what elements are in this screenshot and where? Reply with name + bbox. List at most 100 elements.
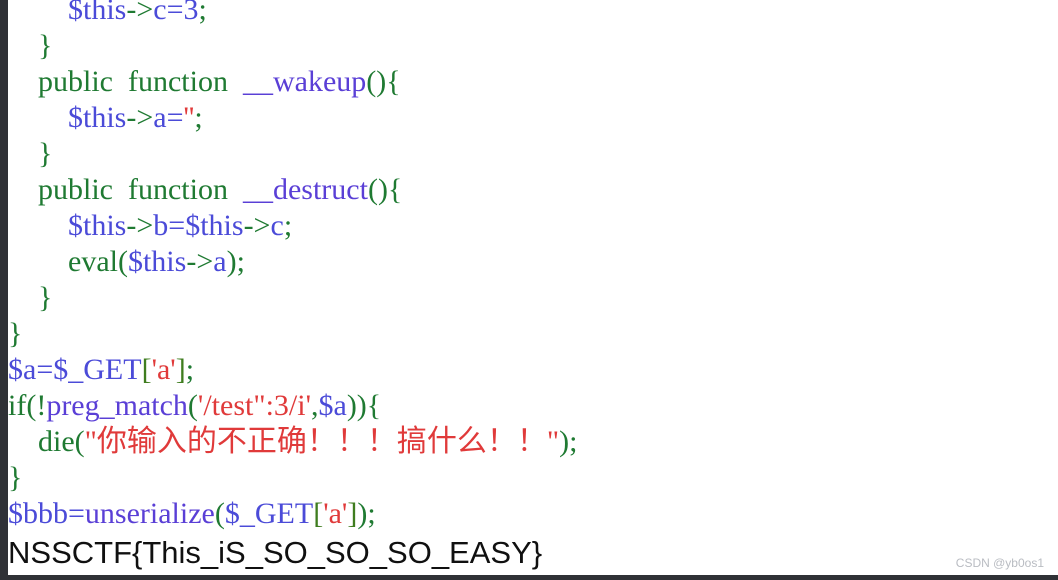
code-token: } [8,461,23,494]
code-token: $this [185,209,244,242]
code-token: } [38,281,53,314]
code-token: 'a' [323,497,348,530]
code-token: $this [68,0,127,26]
code-line: if(!preg_match('/test":3/i',$a)){ [8,388,577,424]
code-token: $this [68,101,127,134]
php-code-block[interactable]: $this->c=3; } public function __wakeup()… [8,0,577,532]
code-token: a [153,101,167,134]
code-line: eval($this->a); [8,244,577,280]
code-token: function [128,173,228,206]
code-token: (){ [367,173,403,206]
code-line: } [8,316,577,352]
code-token: '' [183,101,195,134]
code-token: b [153,209,169,242]
code-token: } [38,137,53,170]
code-token: $_GET [224,497,314,530]
code-token: -> [243,209,271,242]
code-token: } [8,317,23,350]
code-token: ] [175,353,186,386]
flag-text: NSSCTF{This_iS_SO_SO_SO_EASY} [8,535,543,570]
code-token: ); [357,497,376,530]
code-token: (! [26,389,47,422]
code-token: if [8,389,27,422]
code-token: -> [126,0,154,26]
code-token: ); [226,245,245,278]
code-token: die [38,425,75,458]
code-token: = [166,101,184,134]
bottom-edge-bar [0,575,1058,580]
code-line: die("你输入的不正确！！！搞什么！！"); [8,424,577,460]
code-token: $a [8,353,37,386]
code-token: $_GET [53,353,142,386]
code-line: public function __destruct(){ [8,172,577,208]
code-token: [ [141,353,152,386]
code-token: $this [127,245,187,278]
code-token: ; [283,209,293,242]
code-token: [ [313,497,324,530]
code-line: } [8,136,577,172]
code-line: $this->a=''; [8,100,577,136]
code-token: $a [318,389,347,422]
code-token: __wakeup [242,65,367,98]
code-line: $bbb=unserialize($_GET['a']); [8,496,577,532]
code-line: $a=$_GET['a']; [8,352,577,388]
code-token: ; [198,0,207,26]
code-token: ); [559,425,578,458]
code-token: public [38,173,113,206]
code-token: )){ [346,389,382,422]
code-token: function [128,65,228,98]
code-line: $this->b=$this->c; [8,208,577,244]
left-gutter-bar [0,0,8,580]
code-token: public [38,65,113,98]
code-token: __destruct [242,173,368,206]
code-token: preg_match [46,389,188,422]
code-token: ( [214,497,225,530]
code-token: c [270,209,284,242]
code-token: = [168,209,186,242]
code-token: ] [347,497,358,530]
code-token: -> [126,209,154,242]
code-token: } [38,29,53,62]
code-token: = [36,353,54,386]
code-surface: $this->c=3; } public function __wakeup()… [8,0,1058,580]
code-token: -> [186,245,214,278]
code-line: } [8,28,577,64]
code-token: = [166,0,184,26]
code-token: $this [68,209,127,242]
code-token: unserialize [84,497,215,530]
code-token: ( [117,245,128,278]
code-line: $this->c=3; [8,0,577,28]
code-token: ; [194,101,203,134]
code-token: 3 [183,0,199,26]
code-line: } [8,280,577,316]
code-token: a [213,245,227,278]
code-token: eval [68,245,118,278]
code-token: ( [187,389,198,422]
code-token: (){ [366,65,401,98]
code-token: ; [185,353,195,386]
code-token: ( [74,425,85,458]
code-line: } [8,460,577,496]
csdn-watermark: CSDN @yb0os1 [955,556,1044,570]
code-token: '/test":3/i' [197,389,311,422]
code-token: "你输入的不正确！！！搞什么！！" [84,425,560,458]
code-token: = [68,497,85,530]
code-line: public function __wakeup(){ [8,64,577,100]
code-token: 'a' [151,353,176,386]
screenshot-root: $this->c=3; } public function __wakeup()… [0,0,1058,580]
code-token: -> [126,101,154,134]
